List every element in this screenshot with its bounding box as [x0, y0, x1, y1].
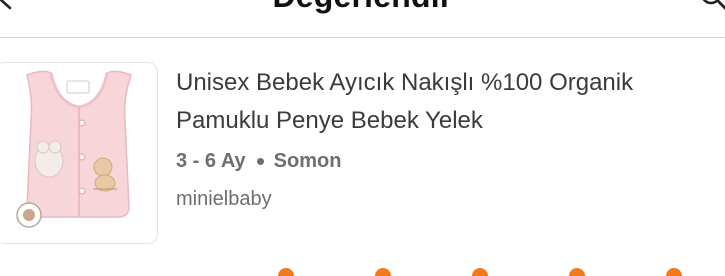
- star-icon[interactable]: [472, 268, 488, 276]
- variant-size: 3 - 6 Ay: [176, 150, 246, 172]
- product-brand: minielbaby: [176, 188, 272, 210]
- star-icon[interactable]: [569, 268, 585, 276]
- star-icon[interactable]: [278, 268, 294, 276]
- separator-dot: [256, 158, 264, 165]
- baby-vest-image: [16, 70, 132, 228]
- product-image[interactable]: [0, 62, 158, 244]
- search-icon[interactable]: [699, 0, 725, 12]
- page-title: Değerlendir: [0, 0, 725, 15]
- product-variant: 3 - 6 Ay Somon: [176, 150, 341, 173]
- variant-color: Somon: [273, 150, 342, 172]
- rating-stars: [0, 262, 725, 276]
- star-icon[interactable]: [666, 268, 682, 276]
- header: Değerlendir: [0, 0, 725, 38]
- product-title: Unisex Bebek Ayıcık Nakışlı %100 Organik…: [176, 69, 634, 134]
- star-icon[interactable]: [375, 268, 391, 276]
